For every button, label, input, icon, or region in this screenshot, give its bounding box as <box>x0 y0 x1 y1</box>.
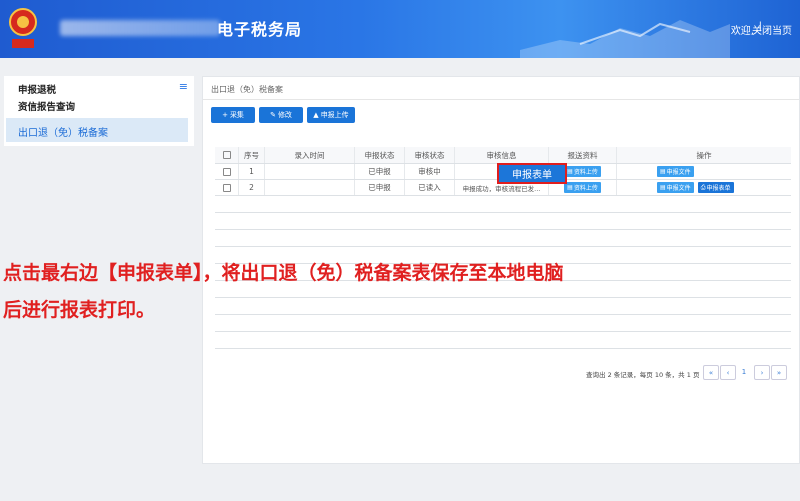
menu-toggle-icon[interactable]: ≡ <box>179 80 188 93</box>
cell-no: 1 <box>239 164 265 179</box>
print-icon: ⎙ <box>700 183 706 191</box>
col-no: 序号 <box>239 147 265 163</box>
instruction-line-1: 点击最右边【申报表单】，将出口退（免）税备案表保存至本地电脑 <box>3 262 564 284</box>
upload-docs-label: 资料上传 <box>573 169 598 176</box>
table-row <box>215 230 791 247</box>
add-label: 采集 <box>229 111 244 119</box>
table-header: 序号 录入时间 申报状态 审核状态 审核信息 报送资料 操作 <box>215 147 791 164</box>
declare-file-button[interactable]: ▤ 申报文件 <box>657 182 694 193</box>
divider <box>203 99 799 100</box>
file-icon: ▤ <box>567 168 573 175</box>
app-title: 电子税务局 <box>217 20 303 39</box>
col-submit: 报送资料 <box>549 147 617 163</box>
welcome-text: 欢迎, <box>730 26 754 37</box>
tax-emblem-logo <box>9 8 37 48</box>
add-button[interactable]: + 采集 <box>211 107 255 123</box>
declare-form-button[interactable]: ⎙ 申报表单 <box>697 182 734 193</box>
cell-no: 2 <box>239 180 265 195</box>
sidebar-item-tax-refund[interactable]: 申报退税 <box>18 82 56 96</box>
cell-time <box>265 180 355 195</box>
upload-docs-label: 资料上传 <box>573 185 598 192</box>
cell-time <box>265 164 355 179</box>
next-page-button[interactable]: › <box>754 365 770 380</box>
cell-declare-status: 已申报 <box>355 164 405 179</box>
declare-file-label: 申报文件 <box>666 169 691 176</box>
cell-audit-status: 审核中 <box>405 164 455 179</box>
edit-icon: ✎ <box>270 111 276 119</box>
table-row <box>215 332 791 349</box>
row-checkbox-cell <box>215 164 239 179</box>
cell-declare-status: 已申报 <box>355 180 405 195</box>
declare-file-label: 申报文件 <box>666 185 691 192</box>
upload-docs-button[interactable]: ▤ 资料上传 <box>564 182 601 193</box>
first-page-button[interactable]: « <box>703 365 719 380</box>
file-icon: ▤ <box>660 184 666 191</box>
cell-audit-status: 已读入 <box>405 180 455 195</box>
col-operation: 操作 <box>696 150 712 160</box>
declare-file-button[interactable]: ▤ 申报文件 <box>657 166 694 177</box>
blurred-org-name <box>60 20 220 36</box>
select-all-checkbox[interactable] <box>222 151 231 159</box>
select-all-cell <box>215 147 239 163</box>
report-form-button[interactable]: 申报表单 <box>497 163 567 184</box>
instruction-line-2: 后进行报表打印。 <box>3 299 156 321</box>
table-row <box>215 213 791 230</box>
col-audit-info: 审核信息 <box>455 147 549 163</box>
prev-page-button[interactable]: ‹ <box>720 365 736 380</box>
table-row <box>215 196 791 213</box>
col-time: 录入时间 <box>265 147 355 163</box>
great-wall-graphic <box>520 20 730 58</box>
declare-form-label: 申报表单 <box>706 185 731 192</box>
user-icon: ▲ <box>313 111 319 119</box>
table-row <box>215 298 791 315</box>
row-checkbox-cell <box>215 180 239 195</box>
col-declare-status: 申报状态 <box>355 147 405 163</box>
plus-icon: + <box>222 111 228 119</box>
upload-label: 申报上传 <box>320 111 349 119</box>
col-audit-status: 审核状态 <box>405 147 455 163</box>
sidebar-item-credit-report[interactable]: 资信报告查询 <box>18 99 75 113</box>
breadcrumb: 出口退（免）税备案 <box>211 85 283 94</box>
current-page[interactable]: 1 <box>737 365 751 378</box>
sidebar-item-export-filing[interactable]: 出口退（免）税备案 <box>6 118 188 142</box>
row-checkbox[interactable] <box>222 167 231 176</box>
file-icon: ▤ <box>660 168 666 175</box>
upload-docs-button[interactable]: ▤ 资料上传 <box>564 166 601 177</box>
sidebar-item-label: 出口退（免）税备案 <box>18 128 108 139</box>
row-checkbox[interactable] <box>222 183 231 192</box>
file-icon: ▤ <box>567 184 573 191</box>
cell-operation: ▤ 申报文件 <box>617 164 791 179</box>
edit-label: 修改 <box>277 111 292 119</box>
top-banner: 电子税务局 欢迎, | 关闭当页 <box>0 0 800 58</box>
cell-operation: ▤ 申报文件 ⎙ 申报表单 <box>617 180 791 195</box>
pagination-summary: 查询出 2 条记录，每页 10 条，共 1 页 <box>586 371 700 379</box>
close-page-link[interactable]: 关闭当页 <box>752 22 792 37</box>
edit-button[interactable]: ✎ 修改 <box>259 107 303 123</box>
table-row <box>215 315 791 332</box>
upload-button[interactable]: ▲ 申报上传 <box>307 107 355 123</box>
last-page-button[interactable]: » <box>771 365 787 380</box>
